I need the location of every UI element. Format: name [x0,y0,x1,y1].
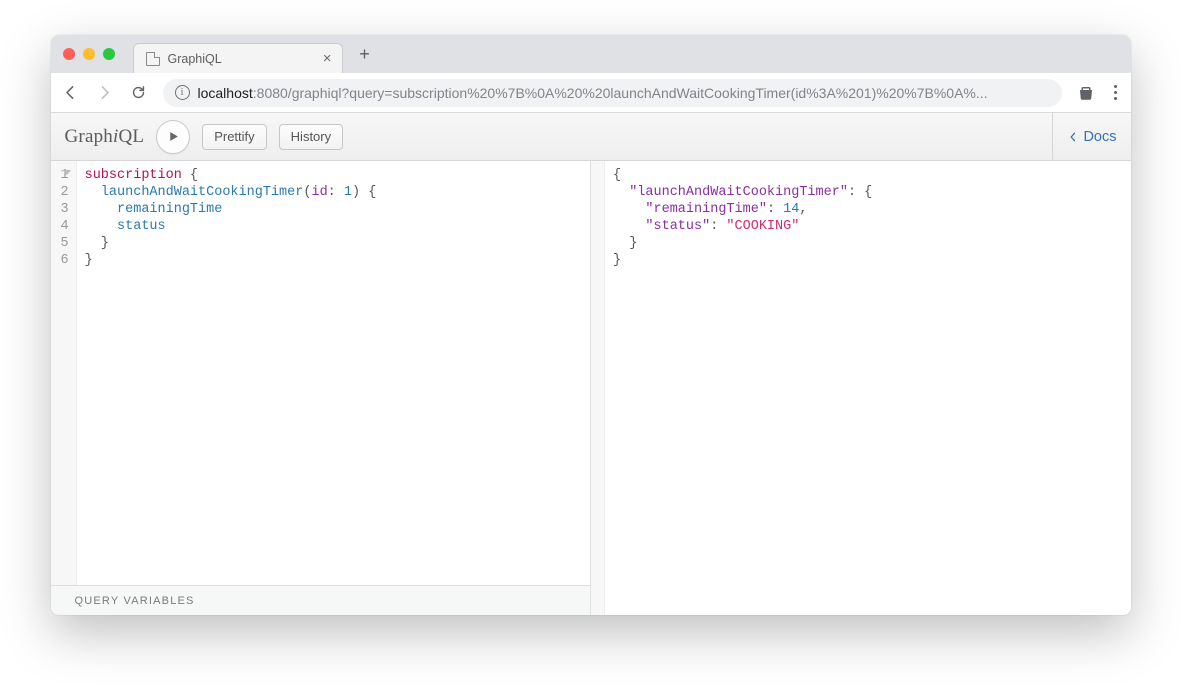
execute-button[interactable] [156,120,190,154]
prettify-button[interactable]: Prettify [202,124,266,150]
app-logo: GraphiQL [65,126,145,148]
address-bar: i localhost:8080/graphiql?query=subscrip… [51,73,1131,113]
url-host: localhost [198,85,253,101]
nav-forward-button[interactable] [95,83,115,103]
nav-reload-button[interactable] [129,83,149,103]
window-controls [63,48,115,60]
extensions-icon[interactable] [1076,83,1096,103]
result-code: { "launchAndWaitCookingTimer": { "remain… [605,161,880,615]
result-gutter [591,161,605,615]
tab-strip: GraphiQL × + [51,35,1131,73]
result-viewer[interactable]: { "launchAndWaitCookingTimer": { "remain… [591,161,1131,615]
docs-toggle[interactable]: Docs [1052,113,1130,160]
window-minimize-button[interactable] [83,48,95,60]
query-editor[interactable]: 1 2 3 4 5 6 subscription { launchAndWait… [51,161,591,585]
line-gutter: 1 2 3 4 5 6 [51,161,77,585]
browser-tab[interactable]: GraphiQL × [133,43,343,73]
tab-title: GraphiQL [168,52,222,66]
graphiql-app: GraphiQL Prettify History Docs 1 2 3 [51,113,1131,615]
chevron-left-icon [1069,131,1077,143]
docs-label: Docs [1083,129,1116,145]
editor-panes: 1 2 3 4 5 6 subscription { launchAndWait… [51,161,1131,615]
url-input[interactable]: i localhost:8080/graphiql?query=subscrip… [163,79,1062,107]
site-info-icon[interactable]: i [175,85,190,100]
window-maximize-button[interactable] [103,48,115,60]
url-path: :8080/graphiql?query=subscription%20%7B%… [253,85,988,101]
result-pane: { "launchAndWaitCookingTimer": { "remain… [591,161,1131,615]
query-pane: 1 2 3 4 5 6 subscription { launchAndWait… [51,161,592,615]
toolbar: GraphiQL Prettify History Docs [51,113,1131,161]
query-code[interactable]: subscription { launchAndWaitCookingTimer… [77,161,385,585]
browser-window: GraphiQL × + i localhost:8080/graphiql?q… [51,35,1131,615]
window-close-button[interactable] [63,48,75,60]
history-button[interactable]: History [279,124,343,150]
query-variables-bar[interactable]: Query Variables [51,585,591,615]
page-icon [146,52,160,66]
tab-close-button[interactable]: × [323,51,332,66]
browser-menu-button[interactable] [1110,85,1121,100]
nav-back-button[interactable] [61,83,81,103]
fold-icon[interactable] [63,170,71,175]
new-tab-button[interactable]: + [351,40,379,68]
